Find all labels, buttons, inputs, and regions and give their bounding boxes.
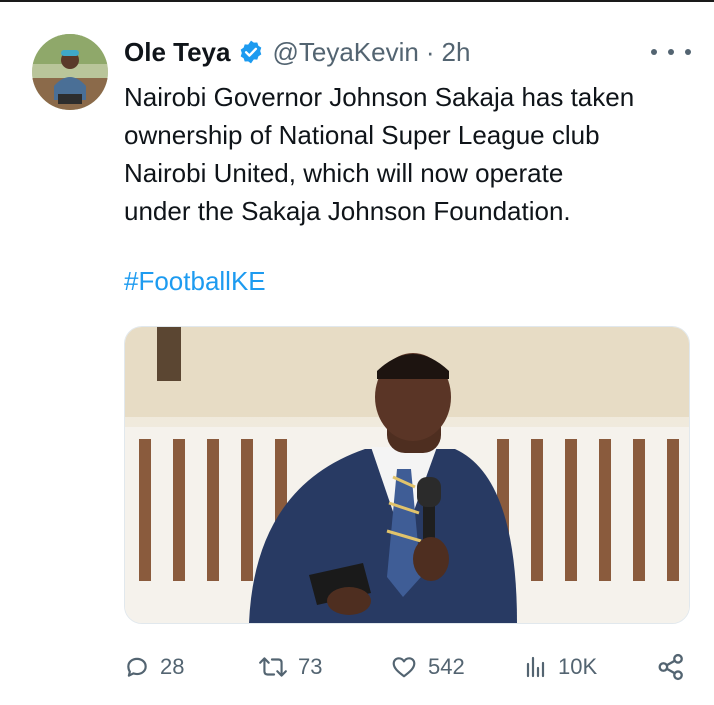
tweet-media-image[interactable]	[124, 326, 690, 624]
more-options-icon[interactable]	[651, 42, 691, 62]
reply-button[interactable]: 28	[124, 645, 184, 689]
author-name[interactable]: Ole Teya	[124, 37, 230, 68]
share-button[interactable]	[656, 645, 686, 689]
verified-badge-icon	[238, 39, 264, 65]
hashtag-link[interactable]: #FootballKE	[124, 266, 266, 297]
more-dot	[685, 49, 691, 55]
avatar[interactable]	[32, 34, 108, 110]
tweet-header: Ole Teya @TeyaKevin · 2h	[124, 34, 470, 70]
reply-icon	[124, 654, 150, 680]
like-count: 542	[428, 654, 465, 679]
retweet-button[interactable]: 73	[258, 645, 322, 689]
views-button[interactable]: 10K	[524, 645, 597, 689]
reply-count: 28	[160, 654, 185, 679]
top-divider	[0, 0, 714, 2]
header-separator: ·	[425, 36, 435, 67]
tweet-text: Nairobi Governor Johnson Sakaja has take…	[124, 82, 635, 226]
tweet-actions-bar: 28 73 542 10K	[124, 645, 694, 689]
more-dot	[651, 49, 657, 55]
media-photo	[125, 327, 689, 623]
avatar-image	[32, 34, 108, 110]
tweet-timestamp[interactable]: 2h	[442, 37, 471, 68]
retweet-count: 73	[298, 654, 323, 679]
author-handle[interactable]: @TeyaKevin	[272, 37, 418, 68]
views-chart-icon	[524, 654, 548, 680]
views-count: 10K	[558, 654, 598, 679]
retweet-icon	[258, 654, 288, 680]
more-dot	[668, 49, 674, 55]
like-button[interactable]: 542	[390, 645, 465, 689]
heart-icon	[390, 654, 418, 680]
share-icon	[656, 653, 686, 681]
